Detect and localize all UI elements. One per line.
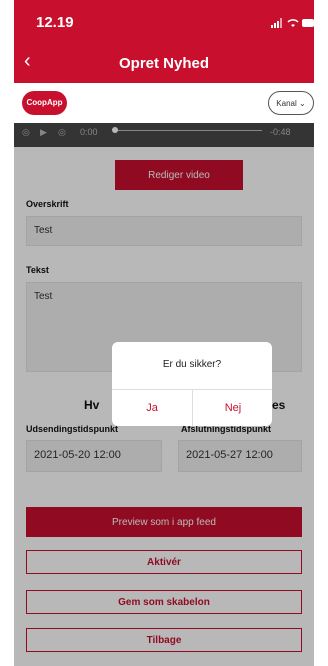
page-title: Opret Nyhed (118, 55, 209, 72)
dialog-no-button[interactable]: Nej (193, 390, 273, 426)
wifi-icon (287, 19, 299, 27)
chevron-down-icon: ⌄ (299, 99, 306, 108)
status-bar: 12.19 (14, 0, 314, 45)
status-time: 12.19 (36, 14, 74, 31)
signal-icon (271, 18, 282, 28)
app-screen: 12.19 ‹ Opret Nyhed CoopApp Kanal ⌄ ◎ ▶ (14, 0, 314, 666)
battery-icon (302, 19, 314, 27)
nav-bar: ‹ Opret Nyhed (14, 45, 314, 83)
confirm-dialog: Er du sikker? Ja Nej (112, 342, 272, 426)
channel-selector[interactable]: Kanal ⌄ (268, 91, 314, 115)
dialog-title: Er du sikker? (162, 359, 222, 370)
dialog-yes-button[interactable]: Ja (112, 390, 192, 426)
channel-bar: CoopApp Kanal ⌄ (14, 83, 314, 123)
status-icons (271, 18, 314, 28)
app-chip[interactable]: CoopApp (22, 91, 67, 115)
channel-selector-label: Kanal (276, 99, 297, 108)
